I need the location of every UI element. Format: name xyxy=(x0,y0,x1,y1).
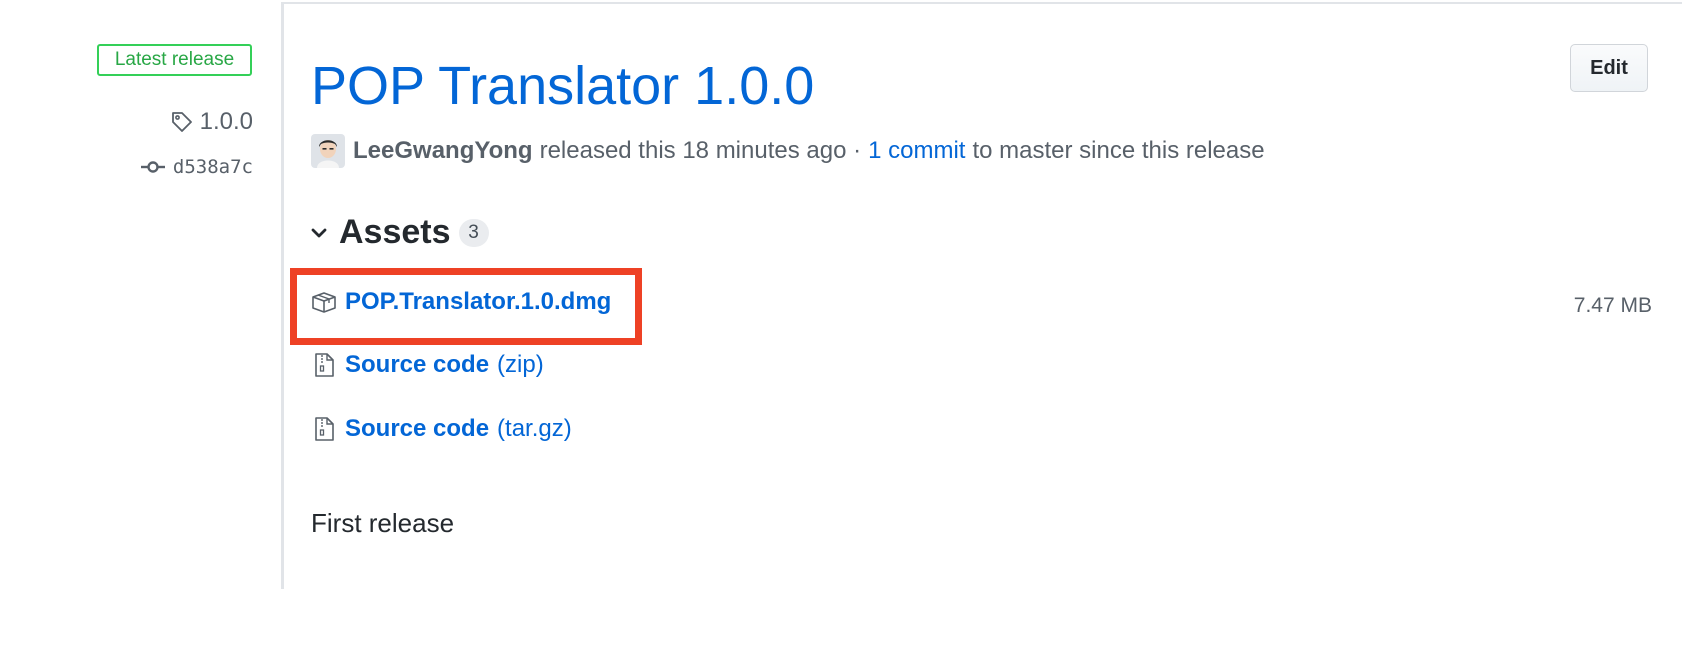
avatar[interactable] xyxy=(311,134,353,168)
commit-suffix-text: to master since this release xyxy=(972,137,1265,164)
assets-toggle[interactable]: Assets 3 xyxy=(311,213,489,252)
asset-name: Source code xyxy=(345,415,490,442)
file-zip-icon xyxy=(311,352,337,378)
edit-button[interactable]: Edit xyxy=(1570,44,1648,92)
release-commit[interactable]: d538a7c xyxy=(140,156,253,178)
assets-count-badge: 3 xyxy=(458,218,489,247)
commit-sha: d538a7c xyxy=(172,156,253,178)
tag-label: 1.0.0 xyxy=(199,108,253,135)
release-byline: LeeGwangYong released this 18 minutes ag… xyxy=(311,134,1265,168)
git-commit-icon xyxy=(140,159,165,175)
chevron-down-icon xyxy=(311,227,339,239)
assets-title: Assets xyxy=(339,213,451,251)
release-title[interactable]: POP Translator 1.0.0 xyxy=(311,52,814,120)
file-zip-icon xyxy=(311,416,337,442)
asset-row-targz: Source code (tar.gz) xyxy=(311,415,572,443)
timeline-divider xyxy=(281,2,284,589)
asset-link-targz[interactable]: Source code xyxy=(345,415,489,443)
release-tag[interactable]: 1.0.0 xyxy=(170,108,253,136)
author-link[interactable]: LeeGwangYong xyxy=(353,137,533,165)
asset-size: 7.47 MB xyxy=(1573,294,1652,317)
highlight-annotation xyxy=(290,268,642,345)
asset-link-zip[interactable]: Source code xyxy=(345,351,489,379)
top-divider xyxy=(283,2,1682,4)
asset-row-zip: Source code (zip) xyxy=(311,351,544,379)
latest-release-badge: Latest release xyxy=(97,44,252,76)
asset-format-label: (zip) xyxy=(497,351,544,378)
tag-icon xyxy=(170,110,194,134)
release-notes: First release xyxy=(311,508,455,538)
asset-name: Source code xyxy=(345,351,490,378)
commits-since-link[interactable]: 1 commit xyxy=(868,137,965,165)
asset-format-label: (tar.gz) xyxy=(497,415,572,442)
released-text: released this 18 minutes ago · xyxy=(539,137,862,164)
